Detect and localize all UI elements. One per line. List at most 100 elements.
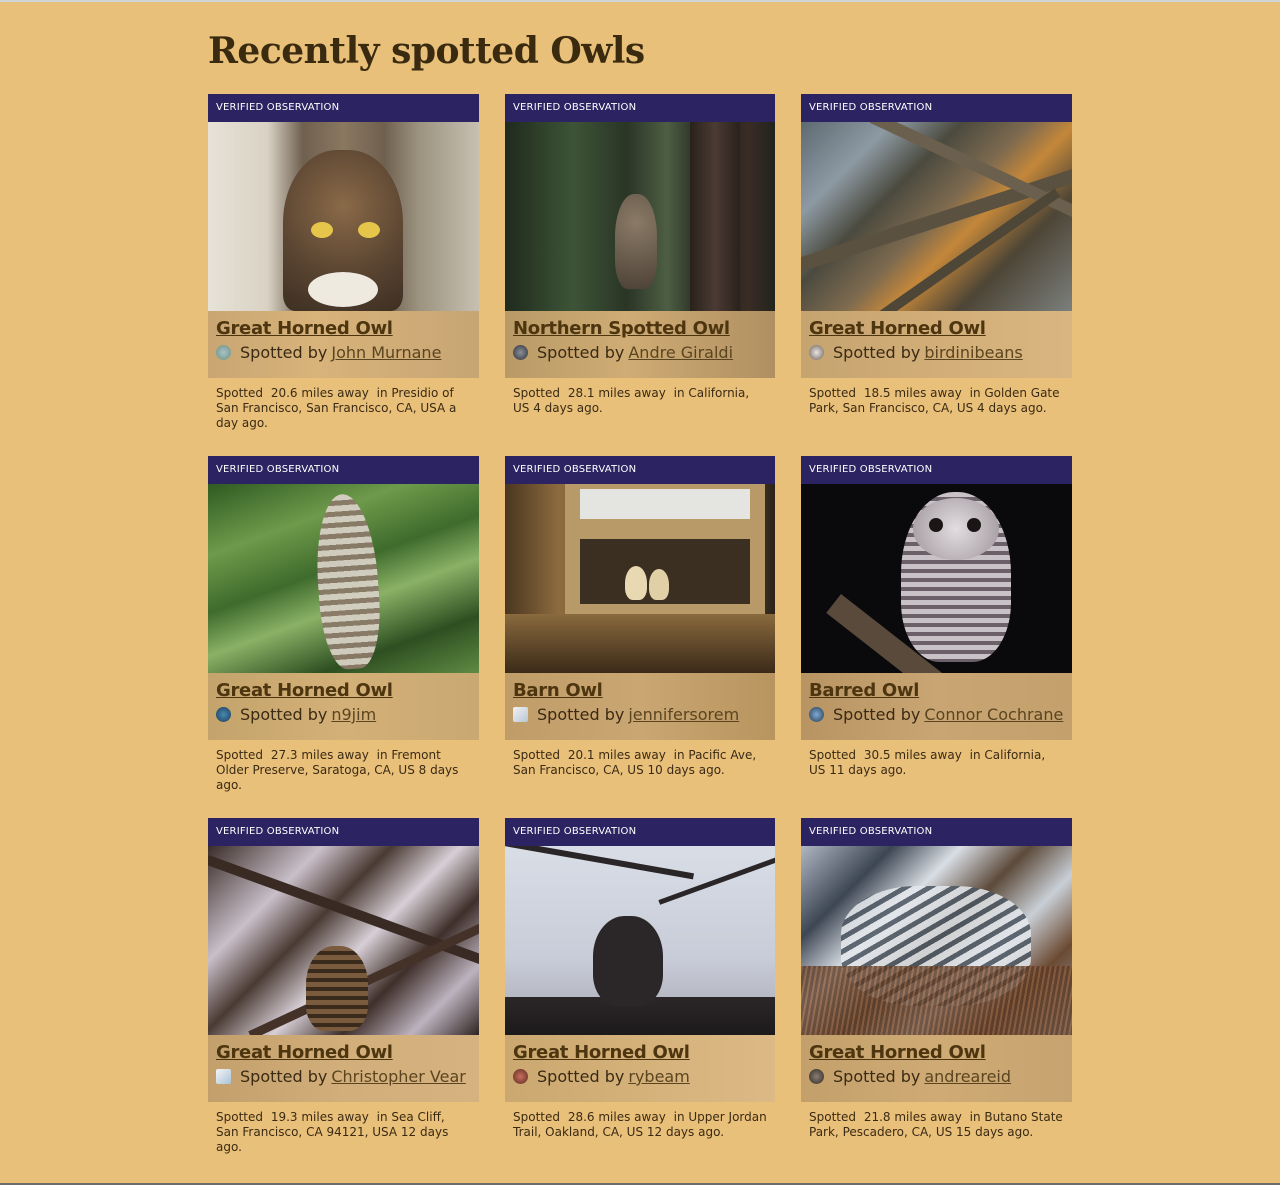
user-avatar[interactable] [809, 1069, 824, 1084]
observation-location: Spotted 30.5 miles away in California, U… [809, 748, 1046, 777]
spotted-by: Spotted by andreareid [809, 1067, 1064, 1086]
species-link[interactable]: Great Horned Owl [513, 1042, 767, 1063]
user-link[interactable]: John Murnane [331, 343, 441, 362]
species-link[interactable]: Great Horned Owl [216, 680, 471, 701]
spotted-by: Spotted by Andre Giraldi [513, 343, 767, 362]
spotted-by: Spotted by n9jim [216, 705, 471, 724]
owl-silhouette [593, 916, 663, 1006]
branch [801, 162, 1072, 276]
spotted-by: Spotted by Christopher Vear [216, 1067, 471, 1086]
owl-throat [308, 272, 378, 307]
observation-location: Spotted 28.6 miles away in Upper Jordan … [513, 1110, 767, 1139]
observation-grid: VERIFIED OBSERVATION Great Horned Owl Sp… [208, 94, 1072, 1154]
species-link[interactable]: Great Horned Owl [216, 318, 471, 339]
verified-badge: VERIFIED OBSERVATION [208, 818, 479, 846]
user-avatar[interactable] [216, 707, 231, 722]
observation-photo[interactable] [208, 122, 479, 311]
caption-bar: Great Horned Owl Spotted by John Murnane [208, 311, 479, 378]
user-link[interactable]: rybeam [628, 1067, 689, 1086]
observation-photo[interactable] [505, 484, 775, 673]
verified-badge: VERIFIED OBSERVATION [801, 456, 1072, 484]
observation-location: Spotted 20.6 miles away in Presidio of S… [216, 386, 457, 430]
user-link[interactable]: Andre Giraldi [628, 343, 733, 362]
user-link[interactable]: Connor Cochrane [924, 705, 1063, 724]
owl-eye [311, 222, 333, 238]
branch [841, 188, 1061, 311]
observation-photo[interactable] [801, 484, 1072, 673]
verified-badge: VERIFIED OBSERVATION [505, 818, 775, 846]
page-title: Recently spotted Owls [208, 30, 645, 72]
verified-badge: VERIFIED OBSERVATION [505, 456, 775, 484]
observation-card: VERIFIED OBSERVATION Great Horned Owl Sp… [208, 818, 479, 1154]
observation-location: Spotted 18.5 miles away in Golden Gate P… [809, 386, 1060, 415]
user-avatar[interactable] [809, 345, 824, 360]
spotted-by: Spotted by jennifersorem [513, 705, 767, 724]
observation-photo[interactable] [208, 484, 479, 673]
species-link[interactable]: Great Horned Owl [216, 1042, 471, 1063]
observation-photo[interactable] [801, 846, 1072, 1035]
spotted-by: Spotted by John Murnane [216, 343, 471, 362]
owl-face [913, 498, 999, 560]
spotted-by: Spotted by Connor Cochrane [809, 705, 1064, 724]
owl-figure [625, 566, 647, 600]
verified-badge: VERIFIED OBSERVATION [208, 94, 479, 122]
species-link[interactable]: Northern Spotted Owl [513, 318, 767, 339]
window-sill [505, 614, 775, 673]
caption-bar: Great Horned Owl Spotted by rybeam [505, 1035, 775, 1102]
observation-location: Spotted 20.1 miles away in Pacific Ave, … [513, 748, 757, 777]
verified-badge: VERIFIED OBSERVATION [505, 94, 775, 122]
user-avatar[interactable] [513, 1069, 528, 1084]
caption-bar: Great Horned Owl Spotted by n9jim [208, 673, 479, 740]
user-link[interactable]: jennifersorem [628, 705, 739, 724]
observation-location: Spotted 28.1 miles away in California, U… [513, 386, 750, 415]
owl-figure [649, 569, 669, 600]
caption-bar: Great Horned Owl Spotted by birdinibeans [801, 311, 1072, 378]
branch [505, 846, 695, 880]
user-avatar[interactable] [216, 345, 231, 360]
user-link[interactable]: n9jim [331, 705, 376, 724]
observation-card: VERIFIED OBSERVATION Great Horned Owl Sp… [208, 94, 479, 430]
observation-card: VERIFIED OBSERVATION Northern Spotted Ow… [505, 94, 775, 428]
caption-bar: Great Horned Owl Spotted by Christopher … [208, 1035, 479, 1102]
user-avatar[interactable] [513, 345, 528, 360]
top-strip [0, 0, 1280, 2]
observation-card: VERIFIED OBSERVATION Great Horned Owl Sp… [505, 818, 775, 1152]
owl-eye [358, 222, 380, 238]
pine-needles [801, 966, 1072, 1035]
observation-photo[interactable] [505, 122, 775, 311]
observation-card: VERIFIED OBSERVATION Barn Owl Spotted by… [505, 456, 775, 790]
species-link[interactable]: Great Horned Owl [809, 1042, 1064, 1063]
observation-photo[interactable] [801, 122, 1072, 311]
owl-figure [615, 194, 657, 289]
observation-location: Spotted 21.8 miles away in Butano State … [809, 1110, 1063, 1139]
observation-card: VERIFIED OBSERVATION Great Horned Owl Sp… [801, 94, 1072, 428]
observation-location: Spotted 27.3 miles away in Fremont Older… [216, 748, 459, 792]
observation-card: VERIFIED OBSERVATION Barred Owl Spotted … [801, 456, 1072, 790]
window-glass [580, 489, 750, 519]
verified-badge: VERIFIED OBSERVATION [208, 456, 479, 484]
caption-bar: Barred Owl Spotted by Connor Cochrane [801, 673, 1072, 740]
owl-figure [306, 946, 368, 1031]
observation-photo[interactable] [505, 846, 775, 1035]
user-link[interactable]: birdinibeans [924, 343, 1022, 362]
caption-bar: Great Horned Owl Spotted by andreareid [801, 1035, 1072, 1102]
species-link[interactable]: Barn Owl [513, 680, 767, 701]
observation-photo[interactable] [208, 846, 479, 1035]
branch [658, 852, 775, 905]
verified-badge: VERIFIED OBSERVATION [801, 818, 1072, 846]
user-avatar[interactable] [216, 1069, 231, 1084]
spotted-by: Spotted by birdinibeans [809, 343, 1064, 362]
observation-location: Spotted 19.3 miles away in Sea Cliff, Sa… [216, 1110, 449, 1154]
caption-bar: Barn Owl Spotted by jennifersorem [505, 673, 775, 740]
user-avatar[interactable] [513, 707, 528, 722]
owl-eye [929, 518, 943, 532]
feather [311, 492, 385, 671]
user-link[interactable]: andreareid [924, 1067, 1011, 1086]
species-link[interactable]: Great Horned Owl [809, 318, 1064, 339]
user-avatar[interactable] [809, 707, 824, 722]
caption-bar: Northern Spotted Owl Spotted by Andre Gi… [505, 311, 775, 378]
user-link[interactable]: Christopher Vear [331, 1067, 465, 1086]
verified-badge: VERIFIED OBSERVATION [801, 94, 1072, 122]
owl-eye [967, 518, 981, 532]
species-link[interactable]: Barred Owl [809, 680, 1064, 701]
